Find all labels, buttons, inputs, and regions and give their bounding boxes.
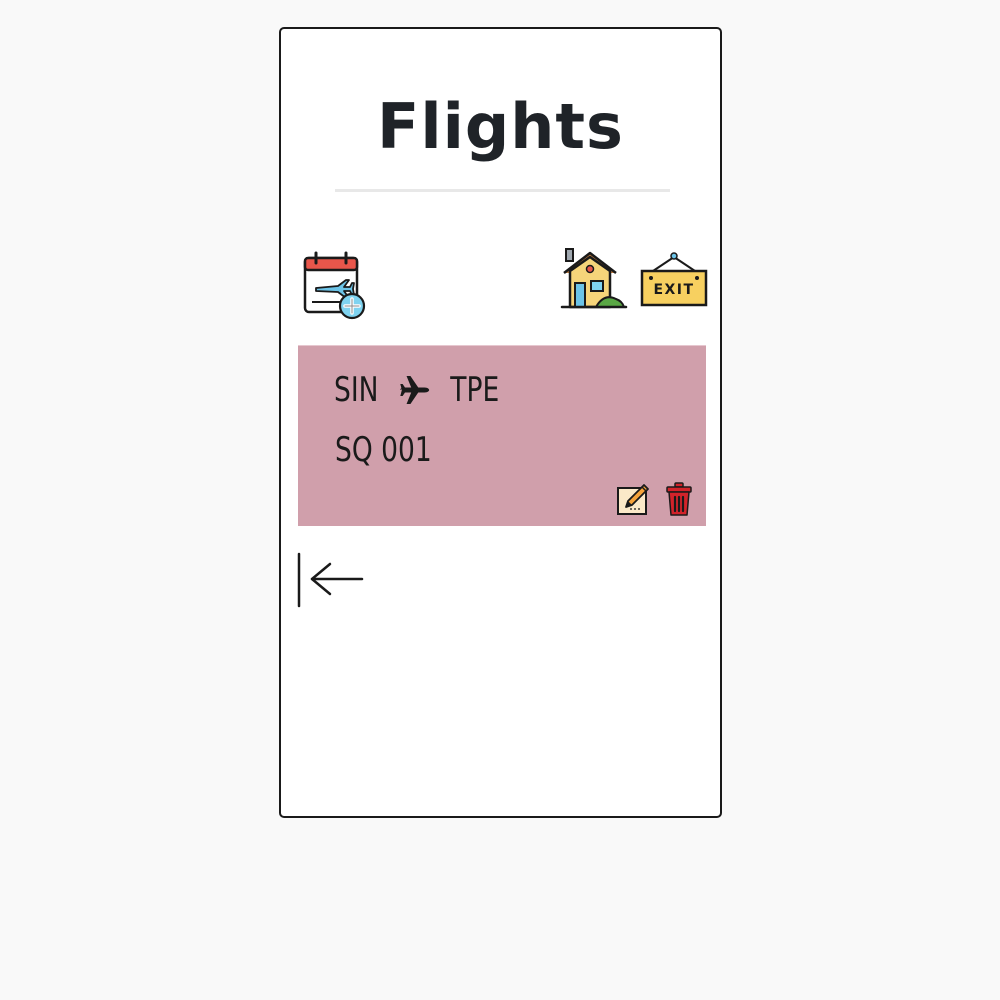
flight-number: SQ 001 [335, 430, 432, 470]
flight-route: SIN TPE [334, 366, 499, 414]
delete-flight-button[interactable] [666, 482, 692, 516]
add-flight-button[interactable] [302, 250, 370, 322]
airplane-icon [399, 375, 430, 405]
title-divider [335, 189, 670, 192]
exit-sign-icon: EXIT [640, 252, 708, 307]
destination-code: TPE [450, 370, 500, 410]
exit-button[interactable]: EXIT [639, 251, 709, 309]
app-screen: Flights EXIT SIN TPE SQ 001 [279, 27, 722, 818]
arrow-left-to-bar-icon [297, 552, 364, 608]
trash-icon [666, 482, 692, 516]
house-icon [560, 248, 628, 309]
flight-card[interactable]: SIN TPE SQ 001 [298, 345, 706, 526]
edit-icon [617, 484, 649, 515]
home-button[interactable] [560, 247, 628, 311]
back-button[interactable] [296, 552, 366, 608]
page-title: Flights [377, 90, 624, 163]
exit-label: EXIT [653, 282, 694, 298]
origin-code: SIN [334, 370, 379, 410]
calendar-plane-add-icon [303, 251, 366, 320]
edit-flight-button[interactable] [616, 482, 650, 516]
